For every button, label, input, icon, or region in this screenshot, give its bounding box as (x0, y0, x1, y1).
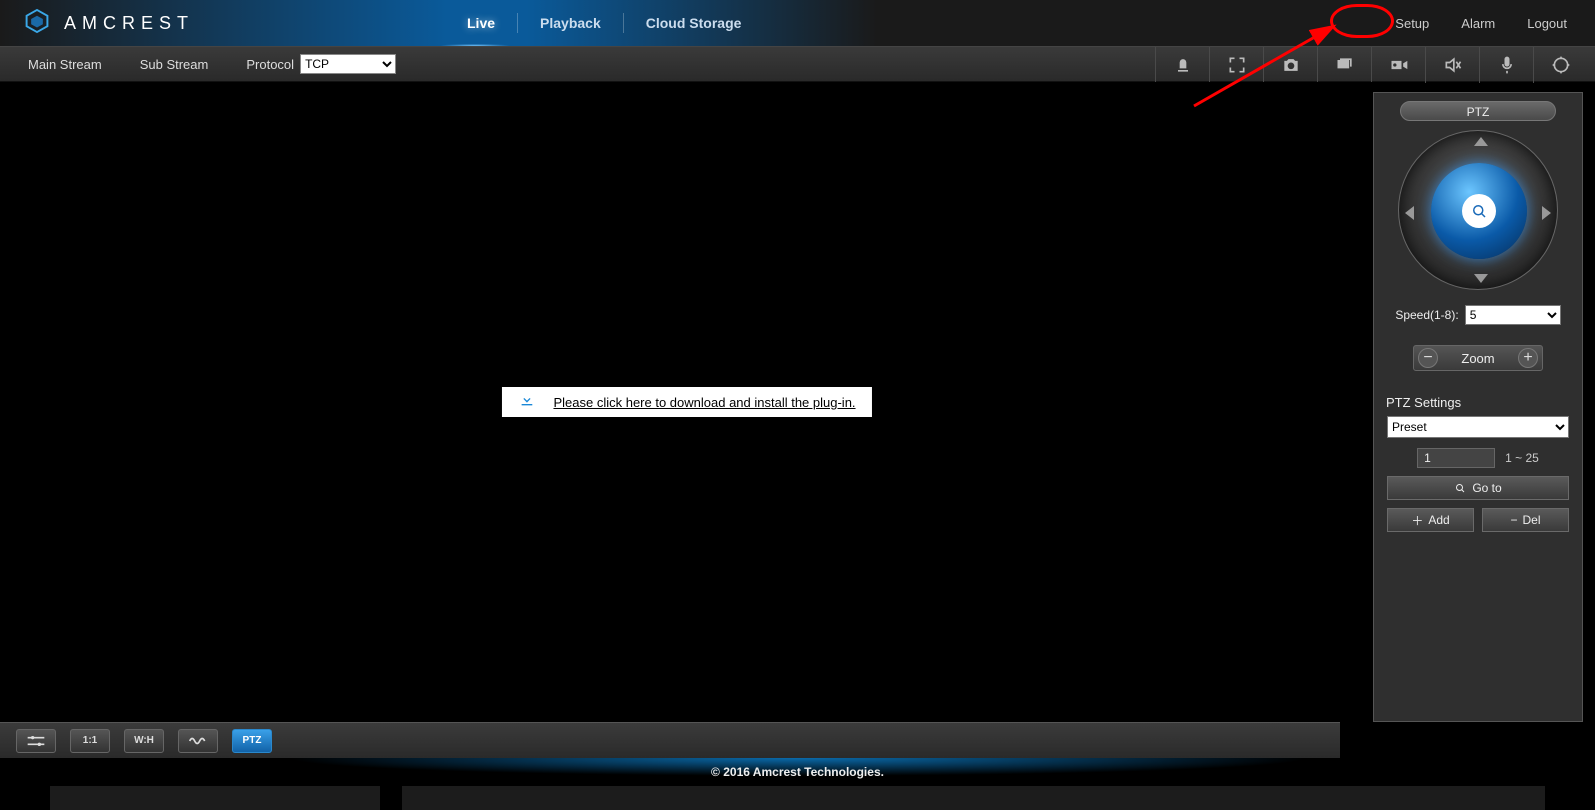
footer-under-strip (0, 786, 1595, 810)
add-preset-button[interactable]: ＋ Add (1387, 508, 1474, 532)
add-del-row: ＋ Add −Del (1387, 508, 1569, 532)
minus-icon: − (1510, 513, 1517, 527)
zoom-out-button[interactable]: − (1418, 348, 1438, 368)
link-setup[interactable]: Setup (1395, 16, 1429, 31)
triple-snapshot-icon[interactable] (1317, 47, 1371, 83)
goto-button[interactable]: Go to (1387, 476, 1569, 500)
snapshot-icon[interactable] (1263, 47, 1317, 83)
footer-copyright: © 2016 Amcrest Technologies. (0, 758, 1595, 786)
sub-stream-link[interactable]: Sub Stream (140, 57, 209, 72)
stream-toolbar: Main Stream Sub Stream Protocol TCP (0, 46, 1595, 82)
ptz-up-arrow-icon[interactable] (1474, 137, 1488, 146)
scale-wh-button[interactable]: W:H (124, 729, 164, 753)
add-label: Add (1428, 513, 1449, 527)
goto-label: Go to (1472, 481, 1501, 495)
ptz-right-arrow-icon[interactable] (1542, 206, 1551, 220)
nav-tab-playback[interactable]: Playback (518, 13, 624, 33)
nav-tab-live[interactable]: Live (445, 13, 518, 33)
ptz-down-arrow-icon[interactable] (1474, 274, 1488, 283)
ptz-direction-pad (1393, 125, 1563, 295)
ptz-ring (1398, 130, 1558, 290)
protocol-select[interactable]: TCP (300, 54, 396, 74)
download-icon (517, 392, 535, 413)
fullscreen-icon[interactable] (1209, 47, 1263, 83)
main-content: Please click here to download and instal… (0, 82, 1595, 722)
protocol-label: Protocol (246, 57, 294, 72)
ptz-center-button[interactable] (1462, 194, 1496, 228)
preset-range-label: 1 ~ 25 (1505, 451, 1539, 465)
record-icon[interactable] (1371, 47, 1425, 83)
toolbar-icon-group (1155, 47, 1587, 83)
ptz-settings-select[interactable]: Preset (1387, 416, 1569, 438)
video-viewport: Please click here to download and instal… (0, 82, 1373, 722)
ptz-zoom-row: − Zoom + (1413, 345, 1543, 371)
amcrest-logo-icon (24, 8, 50, 39)
ptz-settings-header: PTZ Settings (1386, 395, 1461, 410)
ptz-toggle-button[interactable]: PTZ (232, 729, 272, 753)
plugin-download-link[interactable]: Please click here to download and instal… (553, 395, 855, 410)
preset-input-row: 1 ~ 25 (1417, 448, 1539, 468)
ptz-panel: PTZ Speed(1-8): 5 − Zoom + PTZ Settings … (1373, 92, 1583, 722)
main-stream-link[interactable]: Main Stream (28, 57, 102, 72)
plugin-download-bar: Please click here to download and instal… (501, 387, 871, 417)
del-preset-button[interactable]: −Del (1482, 508, 1569, 532)
link-alarm[interactable]: Alarm (1461, 16, 1495, 31)
zoom-in-button[interactable]: + (1518, 348, 1538, 368)
del-label: Del (1523, 513, 1541, 527)
brand-logo: AMCREST (24, 8, 194, 39)
brand-name: AMCREST (64, 13, 194, 34)
ptz-speed-select[interactable]: 5 (1465, 305, 1561, 325)
main-nav: Live Playback Cloud Storage (445, 0, 763, 46)
microphone-icon[interactable] (1479, 47, 1533, 83)
video-bottom-toolbar: 1:1 W:H PTZ (0, 722, 1340, 758)
header-right-links: Setup Alarm Logout (1395, 16, 1567, 31)
fluency-button[interactable] (178, 729, 218, 753)
help-target-icon[interactable] (1533, 47, 1587, 83)
top-header: AMCREST Live Playback Cloud Storage Setu… (0, 0, 1595, 46)
nav-tab-cloud-storage[interactable]: Cloud Storage (624, 13, 764, 33)
ptz-title: PTZ (1400, 101, 1556, 121)
zoom-label: Zoom (1442, 351, 1514, 366)
link-logout[interactable]: Logout (1527, 16, 1567, 31)
preset-number-input[interactable] (1417, 448, 1495, 468)
siren-icon[interactable] (1155, 47, 1209, 83)
ptz-left-arrow-icon[interactable] (1405, 206, 1414, 220)
adjust-icon-button[interactable] (16, 729, 56, 753)
plus-icon: ＋ (1411, 512, 1423, 529)
ptz-speed-label: Speed(1-8): (1395, 308, 1458, 322)
ptz-speed-row: Speed(1-8): 5 (1395, 305, 1560, 325)
scale-11-button[interactable]: 1:1 (70, 729, 110, 753)
speaker-icon[interactable] (1425, 47, 1479, 83)
